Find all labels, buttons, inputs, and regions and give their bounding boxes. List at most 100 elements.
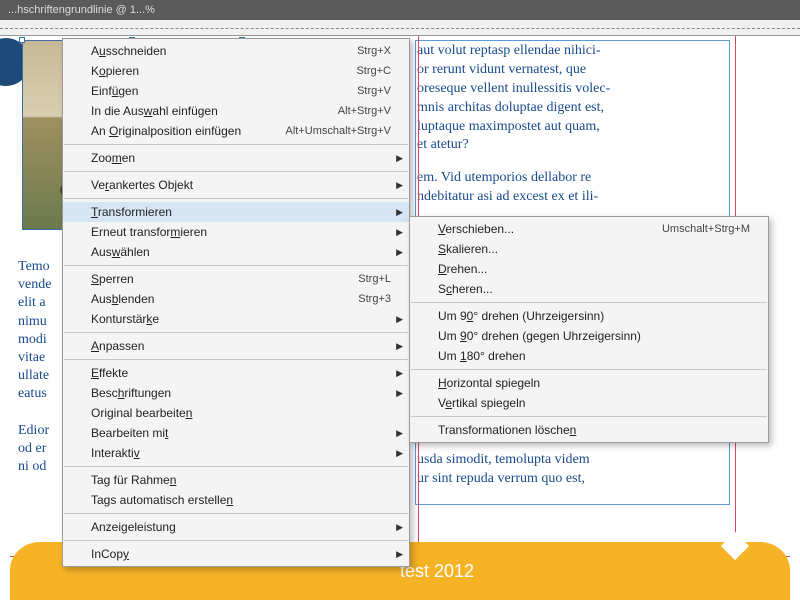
menu-item-label: Horizontal spiegeln	[438, 376, 750, 390]
menu-item-label: Einfügen	[91, 84, 317, 98]
menu-item-label: Ausschneiden	[91, 44, 317, 58]
transform-submenu[interactable]: Verschieben... Umschalt+Strg+M Skalieren..…	[409, 216, 769, 443]
menu-item-label: Um 90° drehen (Uhrzeigersinn)	[438, 309, 750, 323]
menu-item-label: In die Auswahl einfügen	[91, 104, 298, 118]
menu-shortcut: Alt+Umschalt+Strg+V	[286, 125, 391, 137]
menu-item-label: Sperren	[91, 272, 318, 286]
menu-item[interactable]: Transformieren ▶	[63, 202, 409, 222]
menu-separator	[411, 369, 767, 370]
menu-item-label: Scheren...	[438, 282, 750, 296]
menu-item[interactable]: Tag für Rahmen	[63, 470, 409, 490]
menu-item-label: Skalieren...	[438, 242, 750, 256]
menu-item-label: Effekte	[91, 366, 391, 380]
menu-item-label: Drehen...	[438, 262, 750, 276]
footer-text: test 2012	[400, 561, 474, 582]
menu-item[interactable]: Verankertes Objekt▶	[63, 175, 409, 195]
menu-item[interactable]: Um 90° drehen (gegen Uhrzeigersinn)	[410, 326, 768, 346]
submenu-arrow-icon: ▶	[396, 522, 403, 533]
menu-item-label: Um 90° drehen (gegen Uhrzeigersinn)	[438, 329, 750, 343]
menu-item-label: Vertikal spiegeln	[438, 396, 750, 410]
menu-separator	[64, 265, 408, 266]
submenu-arrow-icon: ▶	[396, 247, 403, 258]
menu-item-label: Um 180° drehen	[438, 349, 750, 363]
menu-item[interactable]: Ausschneiden Strg+X	[63, 41, 409, 61]
menu-item-label: Verschieben...	[438, 222, 622, 236]
menu-item[interactable]: Horizontal spiegeln	[410, 373, 768, 393]
menu-item-label: An Originalposition einfügen	[91, 124, 246, 138]
submenu-arrow-icon: ▶	[396, 428, 403, 439]
menu-item[interactable]: Beschriftungen▶	[63, 383, 409, 403]
menu-item[interactable]: Um 180° drehen	[410, 346, 768, 366]
menu-item[interactable]: InCopy▶	[63, 544, 409, 564]
menu-item[interactable]: Konturstärke ▶	[63, 309, 409, 329]
context-menu[interactable]: Ausschneiden Strg+X Kopieren Strg+C Einfügen…	[62, 38, 410, 567]
menu-separator	[64, 198, 408, 199]
menu-item-label: Auswählen	[91, 245, 391, 259]
document-title: ...hschriftengrundlinie @ 1...%	[8, 4, 155, 16]
menu-item[interactable]: Auswählen ▶	[63, 242, 409, 262]
menu-item-label: Transformieren	[91, 205, 391, 219]
menu-item[interactable]: Anzeigeleistung ▶	[63, 517, 409, 537]
menu-item[interactable]: Skalieren...	[410, 239, 768, 259]
menu-separator	[64, 540, 408, 541]
menu-item[interactable]: Verschieben... Umschalt+Strg+M	[410, 219, 768, 239]
menu-item-label: Bearbeiten mit	[91, 426, 391, 440]
submenu-arrow-icon: ▶	[396, 549, 403, 560]
menu-item[interactable]: An Originalposition einfügen Alt+Umschalt…	[63, 121, 409, 141]
menu-item-label: Tags automatisch erstellen	[91, 493, 391, 507]
submenu-arrow-icon: ▶	[396, 341, 403, 352]
menu-shortcut: Strg+C	[356, 65, 391, 77]
menu-item[interactable]: Drehen...	[410, 259, 768, 279]
menu-item-label: Konturstärke	[91, 312, 391, 326]
menu-item-label: Erneut transformieren	[91, 225, 391, 239]
menu-item[interactable]: Anpassen ▶	[63, 336, 409, 356]
menu-item[interactable]: Interaktiv▶	[63, 443, 409, 463]
title-bar: ...hschriftengrundlinie @ 1...%	[0, 0, 800, 20]
menu-shortcut: Strg+V	[357, 85, 391, 97]
menu-item-label: Kopieren	[91, 64, 316, 78]
menu-item[interactable]: Einfügen Strg+V	[63, 81, 409, 101]
menu-item-label: Zoomen	[91, 151, 391, 165]
menu-item-label: Transformationen löschen	[438, 423, 750, 437]
menu-item-label: Anpassen	[91, 339, 391, 353]
menu-item[interactable]: Zoomen ▶	[63, 148, 409, 168]
menu-item[interactable]: Original bearbeiten	[63, 403, 409, 423]
submenu-arrow-icon: ▶	[396, 314, 403, 325]
menu-item[interactable]: Sperren Strg+L	[63, 269, 409, 289]
menu-separator	[411, 416, 767, 417]
menu-item[interactable]: Tags automatisch erstellen	[63, 490, 409, 510]
menu-item[interactable]: Um 90° drehen (Uhrzeigersinn)	[410, 306, 768, 326]
selection-handle[interactable]	[19, 37, 25, 43]
menu-shortcut: Strg+L	[358, 273, 391, 285]
menu-item-label: Anzeigeleistung	[91, 520, 391, 534]
submenu-arrow-icon: ▶	[396, 388, 403, 399]
menu-item[interactable]: Transformationen löschen	[410, 420, 768, 440]
submenu-arrow-icon: ▶	[396, 227, 403, 238]
horizontal-ruler[interactable]	[0, 20, 800, 36]
submenu-arrow-icon: ▶	[396, 180, 403, 191]
menu-separator	[64, 171, 408, 172]
paragraph: aut volut reptasp ellendae nihici- or re…	[417, 42, 728, 155]
submenu-arrow-icon: ▶	[396, 207, 403, 218]
menu-item-label: Tag für Rahmen	[91, 473, 391, 487]
submenu-arrow-icon: ▶	[396, 153, 403, 164]
menu-item[interactable]: Scheren...	[410, 279, 768, 299]
submenu-arrow-icon: ▶	[396, 448, 403, 459]
menu-item[interactable]: AusblendenStrg+3	[63, 289, 409, 309]
menu-shortcut: Strg+X	[357, 45, 391, 57]
menu-shortcut: Alt+Strg+V	[338, 105, 391, 117]
menu-item[interactable]: Kopieren Strg+C	[63, 61, 409, 81]
paragraph: em. Vid utemporios dellabor re ndebitatu…	[417, 169, 728, 207]
menu-separator	[64, 513, 408, 514]
menu-item[interactable]: Bearbeiten mit ▶	[63, 423, 409, 443]
menu-separator	[64, 359, 408, 360]
menu-item[interactable]: Effekte▶	[63, 363, 409, 383]
menu-item-label: Ausblenden	[91, 292, 318, 306]
text-column-left[interactable]: Temo vende elit a nimu modi vitae ullate…	[18, 258, 68, 476]
menu-item[interactable]: In die Auswahl einfügen Alt+Strg+V	[63, 101, 409, 121]
menu-separator	[64, 466, 408, 467]
menu-item[interactable]: Erneut transformieren ▶	[63, 222, 409, 242]
menu-item[interactable]: Vertikal spiegeln	[410, 393, 768, 413]
menu-shortcut: Umschalt+Strg+M	[662, 223, 750, 235]
menu-separator	[411, 302, 767, 303]
